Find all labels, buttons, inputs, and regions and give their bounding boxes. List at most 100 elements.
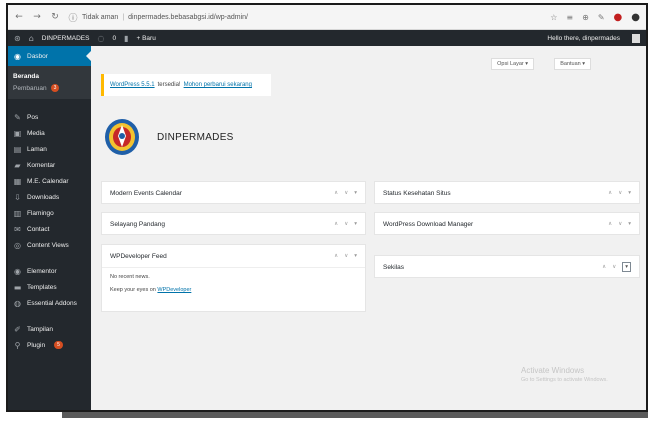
sidebar-item-plugin[interactable]: ⚲ Plugin 5 [8,337,91,353]
admin-bar-site[interactable]: DINPERMADES [42,35,90,42]
widget-mec: Modern Events Calendar ∧ ∨ ▾ [101,181,366,204]
activate-windows-watermark: Activate Windows Go to Settings to activ… [521,366,608,383]
sidebar-item-mec[interactable]: ▦ M.E. Calendar [8,173,91,189]
sidebar-item-label: M.E. Calendar [27,177,69,185]
widget-body: No recent news. Keep your eyes on WPDeve… [102,267,365,306]
profile-icon[interactable]: ● [631,12,640,23]
widget-wpdeveloper: WPDeveloper Feed ∧ ∨ ▾ No recent news. K… [101,244,366,312]
sidebar-item-contact[interactable]: ✉ Contact [8,221,91,237]
toggle-icon[interactable]: ▾ [628,190,631,196]
updates-icon[interactable]: ▮ [124,34,128,43]
sidebar-item-label: Downloads [27,193,60,201]
elementor-icon: ◉ [14,266,21,276]
sidebar-item-media[interactable]: ▣ Media [8,125,91,141]
extension-icon[interactable]: ⊕ [582,13,589,22]
dashboard-icon: ◉ [14,51,21,61]
reload-icon[interactable]: ↻ [50,12,60,22]
sidebar-item-tampilan[interactable]: ✐ Tampilan [8,321,91,337]
sidebar-item-label: Komentar [27,161,56,169]
widget-header[interactable]: Modern Events Calendar ∧ ∨ ▾ [102,182,365,204]
widget-header[interactable]: WPDeveloper Feed ∧ ∨ ▾ [102,245,365,267]
submenu-label: Beranda [13,72,40,80]
move-down-icon[interactable]: ∨ [612,264,616,270]
widget-site-health: Status Kesehatan Situs ∧ ∨ ▾ [374,181,640,204]
widget-title: Modern Events Calendar [110,189,182,197]
page-icon: ▤ [13,144,22,154]
address-bar[interactable]: ⓘ Tidak aman | dinpermades.bebasabgsi.id… [68,11,542,24]
menu-lines-icon[interactable]: ≡ [566,13,573,22]
red-extension-icon[interactable]: ● [614,12,623,23]
widget-header[interactable]: Selayang Pandang ∧ ∨ ▾ [102,213,365,235]
toggle-icon[interactable]: ▾ [354,221,357,227]
back-arrow-icon[interactable]: ← [14,12,24,22]
sidebar-item-label: Pos [27,113,39,121]
home-icon[interactable]: ⌂ [29,34,34,43]
move-up-icon[interactable]: ∧ [334,190,338,196]
update-now-link[interactable]: Mohon perbarui sekarang [184,82,252,88]
sidebar-item-elementor[interactable]: ◉ Elementor [8,263,91,279]
keep-eyes-text: Keep your eyes on WPDeveloper [110,287,357,293]
views-icon: ◎ [14,240,21,250]
wordpress-version-link[interactable]: WordPress 5.5.1 [110,82,155,88]
wordpress-logo-icon[interactable]: ⊛ [14,34,21,43]
move-down-icon[interactable]: ∨ [344,221,348,227]
comments-count[interactable]: 0 [112,35,116,42]
comments-icon[interactable]: ◌ [97,34,104,43]
sidebar-item-flamingo[interactable]: ▥ Flamingo [8,205,91,221]
widget-header[interactable]: Sekilas ∧ ∨ ▾ [375,256,639,278]
move-down-icon[interactable]: ∨ [618,190,622,196]
submenu-item-pembaruan[interactable]: Pembaruan 3 [13,82,91,94]
browser-window: ← → ↻ ⓘ Tidak aman | dinpermades.bebasab… [6,3,648,412]
sidebar-item-label: Templates [27,283,57,291]
sidebar-item-komentar[interactable]: ▰ Komentar [8,157,91,173]
move-up-icon[interactable]: ∧ [608,190,612,196]
wpdeveloper-link[interactable]: WPDeveloper [157,287,191,293]
sidebar-item-content-views[interactable]: ◎ Content Views [8,237,91,253]
sidebar-item-laman[interactable]: ▤ Laman [8,141,91,157]
move-up-icon[interactable]: ∧ [602,264,606,270]
toggle-icon[interactable]: ▾ [622,262,631,272]
help-button[interactable]: Bantuan ▾ [554,58,591,70]
move-down-icon[interactable]: ∨ [344,190,348,196]
widget-header[interactable]: WordPress Download Manager ∧ ∨ ▾ [375,213,639,235]
sidebar-item-templates[interactable]: ▬ Templates [8,279,91,295]
url-separator: | [122,13,125,21]
move-down-icon[interactable]: ∨ [618,221,622,227]
toggle-icon[interactable]: ▾ [354,253,357,259]
watermark-subtitle: Go to Settings to activate Windows. [521,377,608,383]
info-icon[interactable]: ⓘ [68,11,78,24]
sidebar-item-essential-addons[interactable]: ◍ Essential Addons [8,295,91,311]
new-content-button[interactable]: + Baru [136,35,155,42]
sidebar-item-downloads[interactable]: ⇩ Downloads [8,189,91,205]
move-up-icon[interactable]: ∧ [334,221,338,227]
toggle-icon[interactable]: ▾ [354,190,357,196]
download-icon: ⇩ [14,192,21,202]
sidebar-item-pos[interactable]: ✎ Pos [8,109,91,125]
sidebar-item-dasbor[interactable]: ◉ Dasbor [8,46,91,66]
move-up-icon[interactable]: ∧ [334,253,338,259]
avatar[interactable] [632,33,640,43]
watermark-title: Activate Windows [521,366,585,375]
site-logo [105,119,139,155]
dashboard-content: Opsi Layar ▾ Bantuan ▾ WordPress 5.5.1 t… [91,46,646,410]
widget-header[interactable]: Status Kesehatan Situs ∧ ∨ ▾ [375,182,639,204]
templates-icon: ▬ [13,282,22,292]
browser-tools: ☆ ≡ ⊕ ✎ ● ● [550,12,640,23]
forward-arrow-icon[interactable]: → [32,12,42,22]
move-up-icon[interactable]: ∧ [608,221,612,227]
toggle-icon[interactable]: ▾ [628,221,631,227]
widget-title: Status Kesehatan Situs [383,189,451,197]
sidebar-item-label: Laman [27,145,47,153]
screen-options-button[interactable]: Opsi Layar ▾ [491,58,534,70]
submenu-item-beranda[interactable]: Beranda [13,70,91,82]
update-notice: WordPress 5.5.1 tersedia! Mohon perbarui… [101,74,271,96]
comment-icon: ▰ [14,160,21,170]
howdy-user[interactable]: Hello there, dinpermades [547,35,620,42]
sidebar-item-label: Media [27,129,45,137]
move-down-icon[interactable]: ∨ [344,253,348,259]
url-text[interactable]: dinpermades.bebasabgsi.id/wp-admin/ [128,14,248,21]
pen-icon[interactable]: ✎ [598,13,605,22]
star-icon[interactable]: ☆ [550,13,557,22]
keep-eyes-label: Keep your eyes on [110,287,156,293]
site-name: DINPERMADES [157,132,234,143]
